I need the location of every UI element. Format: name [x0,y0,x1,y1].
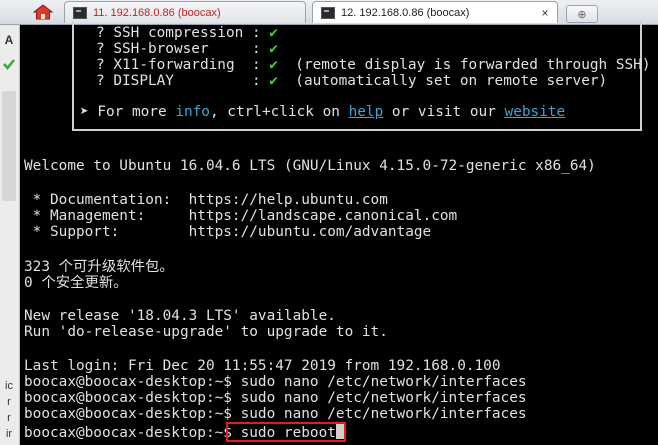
doc-line: * Documentation: https://help.ubuntu.com [24,192,388,208]
side-label: ir [5,428,13,440]
feature-line: ? SSH compression : ✔ [96,25,278,41]
updates-line: 323 个可升级软件包。 [24,259,174,275]
history-line: boocax@boocax-desktop:~$ sudo nano /etc/… [24,390,527,406]
terminal-icon [73,6,87,19]
website-link[interactable]: website [505,104,566,120]
feature-line: ? DISPLAY : ✔ (automatically set on remo… [96,73,608,89]
security-updates-line: 0 个安全更新。 [24,275,128,291]
shell-prompt: boocax@boocax-desktop:~$ [24,374,241,390]
shell-prompt: boocax@boocax-desktop:~$ [24,390,241,406]
info-link[interactable]: info [175,104,210,120]
shell-prompt: boocax@boocax-desktop:~$ [24,425,241,441]
mobaxterm-info-box: ? SSH compression : ✔ ? SSH-browser : ✔ … [72,21,651,131]
tab-label: 11. 192.168.0.86 (boocax) [93,6,221,19]
info-footer: ➤ For more info, ctrl+click on help or v… [80,104,566,120]
check-mark-icon: ✔ [269,25,278,41]
home-icon[interactable] [30,3,56,21]
release-line: New release '18.04.3 LTS' available. [24,308,336,324]
upgrade-hint-line: Run 'do-release-upgrade' to upgrade to i… [24,324,388,340]
welcome-line: Welcome to Ubuntu 16.04.6 LTS (GNU/Linux… [24,158,596,174]
check-icon[interactable] [1,55,17,73]
feature-line: ? X11-forwarding : ✔ (remote display is … [96,57,651,73]
close-icon[interactable]: × [537,6,553,20]
history-line: boocax@boocax-desktop:~$ sudo nano /etc/… [24,374,527,390]
side-toolbar: A ic r r ir [0,25,20,445]
tab-session-12[interactable]: 12. 192.168.0.86 (boocax) × [312,1,558,23]
font-icon[interactable]: A [1,31,17,49]
last-login-line: Last login: Fri Dec 20 11:55:47 2019 fro… [24,358,501,374]
doc-line: * Support: https://ubuntu.com/advantage [24,224,432,240]
shell-prompt: boocax@boocax-desktop:~$ [24,406,241,422]
scrollbar-thumb[interactable] [2,91,16,201]
check-mark-icon: ✔ [269,73,278,89]
command-text: sudo nano /etc/network/interfaces [240,406,527,422]
feature-line: ? SSH-browser : ✔ [96,41,278,57]
doc-line: * Management: https://landscape.canonica… [24,208,458,224]
check-mark-icon: ✔ [269,57,278,73]
new-tab-icon: ⊕ [577,7,587,21]
terminal-icon [321,6,335,19]
tab-label: 12. 192.168.0.86 (boocax) [341,6,470,19]
check-mark-icon: ✔ [269,41,278,57]
command-text: sudo nano /etc/network/interfaces [240,374,527,390]
help-link[interactable]: help [349,104,384,120]
highlight-box [226,422,346,442]
terminal-output[interactable]: ? SSH compression : ✔ ? SSH-browser : ✔ … [20,21,658,445]
tab-session-11[interactable]: 11. 192.168.0.86 (boocax) [64,1,306,23]
command-text: sudo nano /etc/network/interfaces [240,390,527,406]
history-line: boocax@boocax-desktop:~$ sudo nano /etc/… [24,406,527,422]
